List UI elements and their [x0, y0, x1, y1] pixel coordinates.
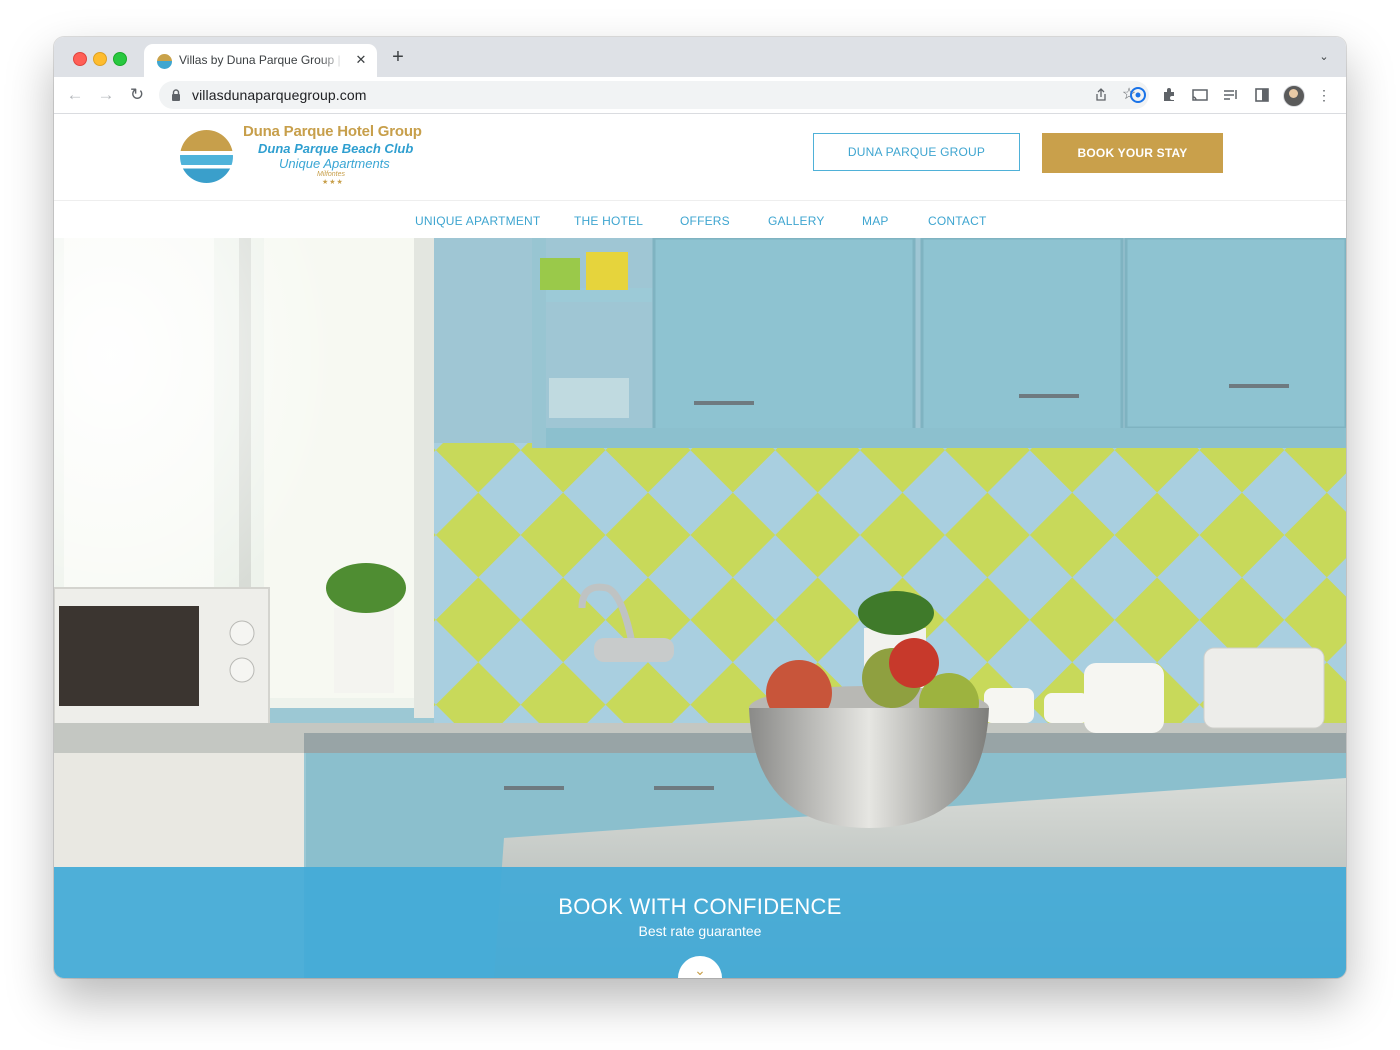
- reload-icon[interactable]: ↻: [127, 85, 147, 105]
- site-header: Duna Parque Hotel Group Duna Parque Beac…: [54, 114, 1346, 200]
- lock-icon: [172, 89, 180, 101]
- logo-stars: ★★★: [322, 179, 344, 186]
- nav-link-unique-apartment[interactable]: UNIQUE APARTMENT: [415, 214, 540, 228]
- chevron-down-icon: ⌄: [694, 962, 706, 978]
- book-your-stay-button[interactable]: BOOK YOUR STAY: [1042, 133, 1223, 173]
- tab-search-icon[interactable]: ⌄: [1316, 49, 1332, 65]
- tab-close-icon[interactable]: ✕: [353, 52, 369, 68]
- nav-link-offers[interactable]: OFFERS: [680, 214, 730, 228]
- hero-section: BOOK WITH CONFIDENCE Best rate guarantee…: [54, 238, 1346, 978]
- browser-toolbar: ← → ↻ villasdunaparquegroup.com ☆ ⋮: [54, 77, 1346, 114]
- nav-link-contact[interactable]: CONTACT: [928, 214, 987, 228]
- zoom-window-button[interactable]: [113, 52, 127, 66]
- url-text: villasdunaparquegroup.com: [192, 87, 367, 103]
- page-viewport: Duna Parque Hotel Group Duna Parque Beac…: [54, 114, 1346, 978]
- side-panel-icon[interactable]: [1252, 85, 1272, 105]
- close-window-button[interactable]: [73, 52, 87, 66]
- address-bar[interactable]: villasdunaparquegroup.com ☆: [159, 81, 1149, 109]
- banner-title: BOOK WITH CONFIDENCE: [558, 894, 842, 919]
- scroll-down-button[interactable]: ⌄: [678, 956, 722, 978]
- logo-tagline: Unique Apartments: [279, 156, 390, 171]
- forward-arrow-icon[interactable]: →: [96, 85, 116, 105]
- tab-strip: Villas by Duna Parque Group | Official S…: [54, 37, 1346, 77]
- main-nav: UNIQUE APARTMENT THE HOTEL OFFERS GALLER…: [54, 200, 1346, 239]
- back-arrow-icon[interactable]: ←: [65, 85, 85, 105]
- browser-menu-icon[interactable]: ⋮: [1314, 85, 1334, 105]
- minimize-window-button[interactable]: [93, 52, 107, 66]
- nav-link-the-hotel[interactable]: THE HOTEL: [574, 214, 643, 228]
- promo-banner: BOOK WITH CONFIDENCE Best rate guarantee…: [54, 867, 1346, 978]
- new-tab-button[interactable]: +: [388, 47, 408, 67]
- logo-wave-icon[interactable]: [180, 130, 233, 183]
- nav-link-gallery[interactable]: GALLERY: [768, 214, 825, 228]
- browser-window: Villas by Duna Parque Group | Official S…: [54, 37, 1346, 978]
- nav-link-map[interactable]: MAP: [862, 214, 889, 228]
- duna-parque-group-button[interactable]: DUNA PARQUE GROUP: [813, 133, 1020, 171]
- tab-title: Villas by Duna Parque Group | Official S…: [179, 53, 344, 67]
- share-icon[interactable]: [1093, 87, 1109, 103]
- cast-icon[interactable]: [1190, 85, 1210, 105]
- logo-group-name[interactable]: Duna Parque Hotel Group: [243, 123, 422, 140]
- logo-location: Milfontes: [317, 171, 346, 178]
- banner-subtitle: Best rate guarantee: [638, 923, 762, 939]
- extensions-puzzle-icon[interactable]: [1159, 85, 1179, 105]
- site-favicon-icon: [157, 54, 172, 69]
- logo-club-name[interactable]: Duna Parque Beach Club: [258, 141, 413, 156]
- profile-avatar[interactable]: [1283, 85, 1305, 107]
- media-queue-icon[interactable]: [1221, 85, 1241, 105]
- browser-tab-active[interactable]: Villas by Duna Parque Group | Official S…: [144, 44, 377, 77]
- extension-shield-icon[interactable]: [1128, 85, 1148, 105]
